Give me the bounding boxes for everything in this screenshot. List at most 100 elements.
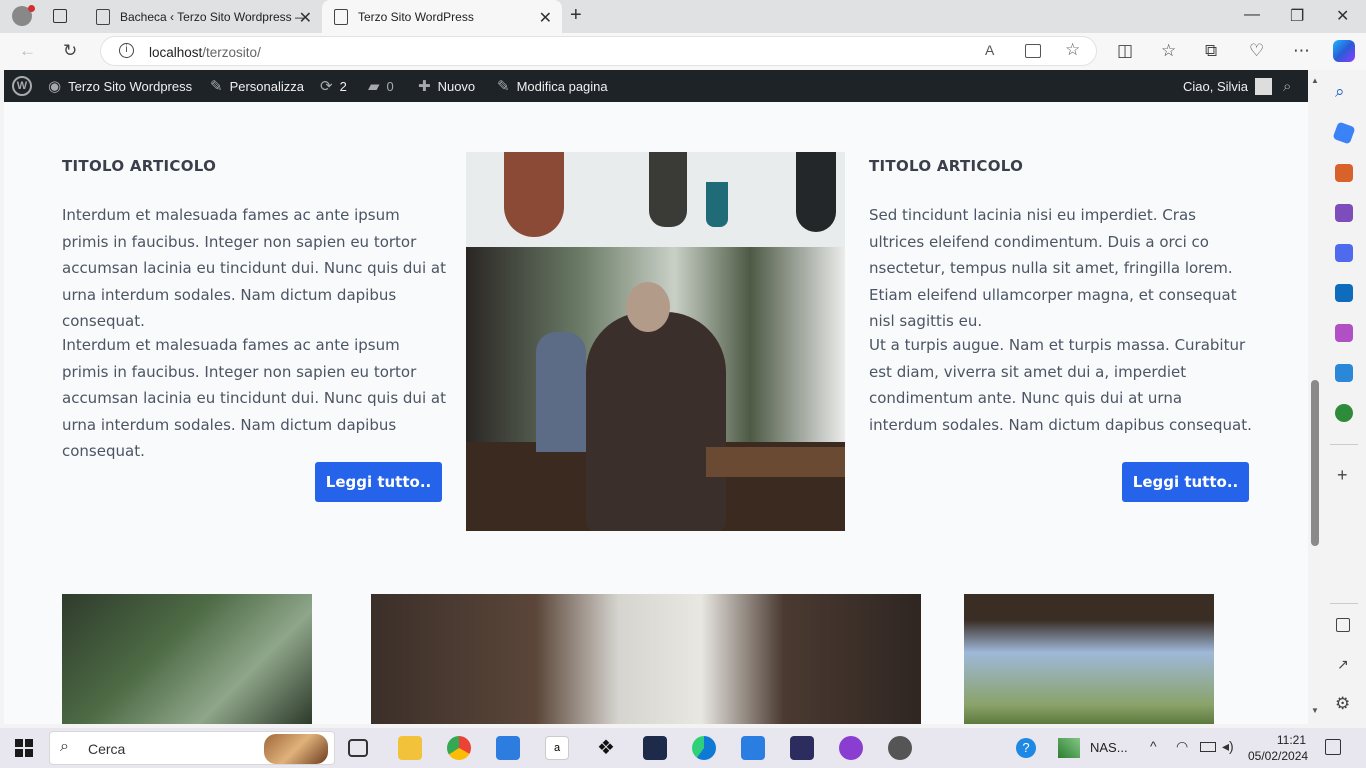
page-scrollbar[interactable]: ▲ ▼ <box>1308 70 1322 724</box>
my-account-link[interactable]: Ciao, Silvia <box>1183 70 1273 102</box>
split-screen-icon[interactable]: ◫ <box>1117 41 1133 61</box>
read-more-button[interactable]: Leggi tutto.. <box>1122 462 1249 502</box>
mail-icon[interactable] <box>741 736 765 760</box>
tree-icon[interactable] <box>1335 404 1353 422</box>
address-bar-row: ← ↻ i localhost/terzosito/ A ☆ ◫ ☆ ⧉ ♡ ⋯ <box>0 33 1366 70</box>
windows-taskbar: ⌕ Cerca a ❖ ? NAS... ^ ◠ ◂) 11:21 05/02/… <box>0 728 1366 768</box>
article-paragraph: Ut a turpis augue. Nam et turpis massa. … <box>869 336 1252 434</box>
close-window-icon[interactable]: ✕ <box>1336 6 1349 26</box>
search-highlight-image <box>264 734 328 764</box>
stocks-icon[interactable] <box>1058 738 1080 758</box>
file-explorer-icon[interactable] <box>398 736 422 760</box>
more-menu-icon[interactable]: ⋯ <box>1293 41 1310 61</box>
tab-terzo-sito[interactable]: Terzo Sito WordPress ✕ <box>322 0 562 33</box>
collections-icon[interactable]: ⧉ <box>1205 41 1217 61</box>
tab-bacheca[interactable]: Bacheca ‹ Terzo Sito Wordpress — ✕ <box>84 0 322 33</box>
tools-icon[interactable] <box>1335 164 1353 182</box>
chevron-up-icon[interactable]: ^ <box>1150 738 1157 754</box>
clock-date: 05/02/2024 <box>1248 749 1309 763</box>
favorite-star-icon[interactable]: ☆ <box>1065 40 1080 60</box>
favorites-icon[interactable]: ☆ <box>1161 41 1176 61</box>
cafe-image <box>466 152 845 531</box>
back-icon[interactable]: ← <box>19 41 36 61</box>
app-available-icon[interactable] <box>1025 44 1041 58</box>
taskbar-search-label: Cerca <box>88 741 126 757</box>
dropbox-icon[interactable]: ❖ <box>594 736 618 760</box>
comments-count: 0 <box>386 78 394 94</box>
copilot-icon[interactable] <box>1333 40 1355 62</box>
edge-sidebar: ⌕ + ↗ ⚙ <box>1322 70 1366 724</box>
taskbar-search[interactable]: ⌕ Cerca <box>49 731 335 765</box>
read-aloud-icon[interactable]: A <box>985 42 994 58</box>
task-view-icon[interactable] <box>348 739 368 757</box>
scroll-thumb[interactable] <box>1311 380 1319 546</box>
store-icon[interactable] <box>496 736 520 760</box>
settings-gear-icon[interactable]: ⚙ <box>1335 694 1350 714</box>
page-icon <box>96 8 110 25</box>
add-sidebar-app-icon[interactable]: + <box>1337 465 1348 486</box>
shopping-icon[interactable] <box>1332 121 1356 145</box>
github-desktop-icon[interactable] <box>888 736 912 760</box>
chrome-icon[interactable] <box>447 736 471 760</box>
site-name-link[interactable]: ◉ Terzo Sito Wordpress <box>48 70 192 102</box>
page-icon <box>334 8 348 25</box>
forest-image <box>62 594 312 724</box>
github-icon[interactable] <box>839 736 863 760</box>
url-field[interactable]: i localhost/terzosito/ A ☆ <box>100 36 1097 66</box>
webex-icon[interactable] <box>790 736 814 760</box>
wp-admin-bar: W ◉ Terzo Sito Wordpress ✎ Personalizza … <box>4 70 1308 102</box>
notifications-icon[interactable] <box>1325 739 1341 755</box>
powershell-icon[interactable] <box>643 736 667 760</box>
search-icon[interactable]: ⌕ <box>1335 82 1345 102</box>
new-tab-button[interactable]: + <box>570 4 582 27</box>
send-icon[interactable] <box>1335 364 1353 382</box>
wp-logo-icon[interactable]: W <box>12 70 32 102</box>
article-paragraph: Interdum et malesuada fames ac ante ipsu… <box>62 206 446 330</box>
performance-icon[interactable]: ♡ <box>1249 41 1264 61</box>
close-tab-icon[interactable]: ✕ <box>299 8 312 28</box>
updates-link[interactable]: ⟳ 2 <box>320 70 347 102</box>
windows-start-icon[interactable] <box>15 739 33 757</box>
new-label: Nuovo <box>437 78 476 94</box>
open-external-icon[interactable]: ↗ <box>1337 656 1349 673</box>
battery-icon[interactable] <box>1200 742 1216 752</box>
new-content-link[interactable]: ✚ Nuovo <box>418 70 475 102</box>
landscape-roof-image <box>964 594 1214 724</box>
plus-icon: ✚ <box>418 78 431 95</box>
wifi-icon[interactable]: ◠ <box>1176 738 1188 755</box>
brush-icon: ✎ <box>210 78 223 95</box>
customize-link[interactable]: ✎ Personalizza <box>210 70 304 102</box>
split-view-icon[interactable] <box>1336 618 1350 632</box>
scroll-down-icon[interactable]: ▼ <box>1311 706 1319 715</box>
greeting-label: Ciao, Silvia <box>1183 78 1249 94</box>
outlook-icon[interactable] <box>1335 284 1353 302</box>
site-info-icon[interactable]: i <box>119 43 134 58</box>
comments-link[interactable]: ▰ 0 <box>368 70 394 102</box>
pencil-icon: ✎ <box>497 78 510 95</box>
page-content: TITOLO ARTICOLO Interdum et malesuada fa… <box>4 102 1308 724</box>
notification-dot-icon <box>28 5 35 12</box>
tab-label: Bacheca ‹ Terzo Sito Wordpress — <box>120 9 307 24</box>
clock-time: 11:21 <box>1276 733 1306 747</box>
admin-search-icon[interactable]: ⌕ <box>1283 70 1291 102</box>
edit-page-link[interactable]: ✎ Modifica pagina <box>497 70 608 102</box>
refresh-icon[interactable]: ↻ <box>63 41 77 61</box>
tab-label: Terzo Sito WordPress <box>358 9 474 24</box>
clock[interactable]: 11:21 05/02/2024 <box>1248 732 1309 764</box>
volume-icon[interactable]: ◂) <box>1222 738 1234 755</box>
minimize-icon[interactable]: — <box>1244 6 1260 24</box>
scroll-up-icon[interactable]: ▲ <box>1311 76 1319 85</box>
stocks-label[interactable]: NAS... <box>1090 740 1128 755</box>
microsoft365-icon[interactable] <box>1335 244 1353 262</box>
browser-tab-strip: Bacheca ‹ Terzo Sito Wordpress — ✕ Terzo… <box>0 0 1366 33</box>
read-more-button[interactable]: Leggi tutto.. <box>315 462 442 502</box>
designer-icon[interactable] <box>1335 324 1353 342</box>
tab-actions-icon[interactable] <box>53 9 67 23</box>
games-icon[interactable] <box>1335 204 1353 222</box>
amazon-icon[interactable]: a <box>545 736 569 760</box>
help-icon[interactable]: ? <box>1016 738 1036 758</box>
site-name-label: Terzo Sito Wordpress <box>68 78 193 94</box>
edge-icon[interactable] <box>692 736 716 760</box>
close-tab-icon[interactable]: ✕ <box>539 8 552 28</box>
restore-icon[interactable]: ❐ <box>1290 6 1304 26</box>
